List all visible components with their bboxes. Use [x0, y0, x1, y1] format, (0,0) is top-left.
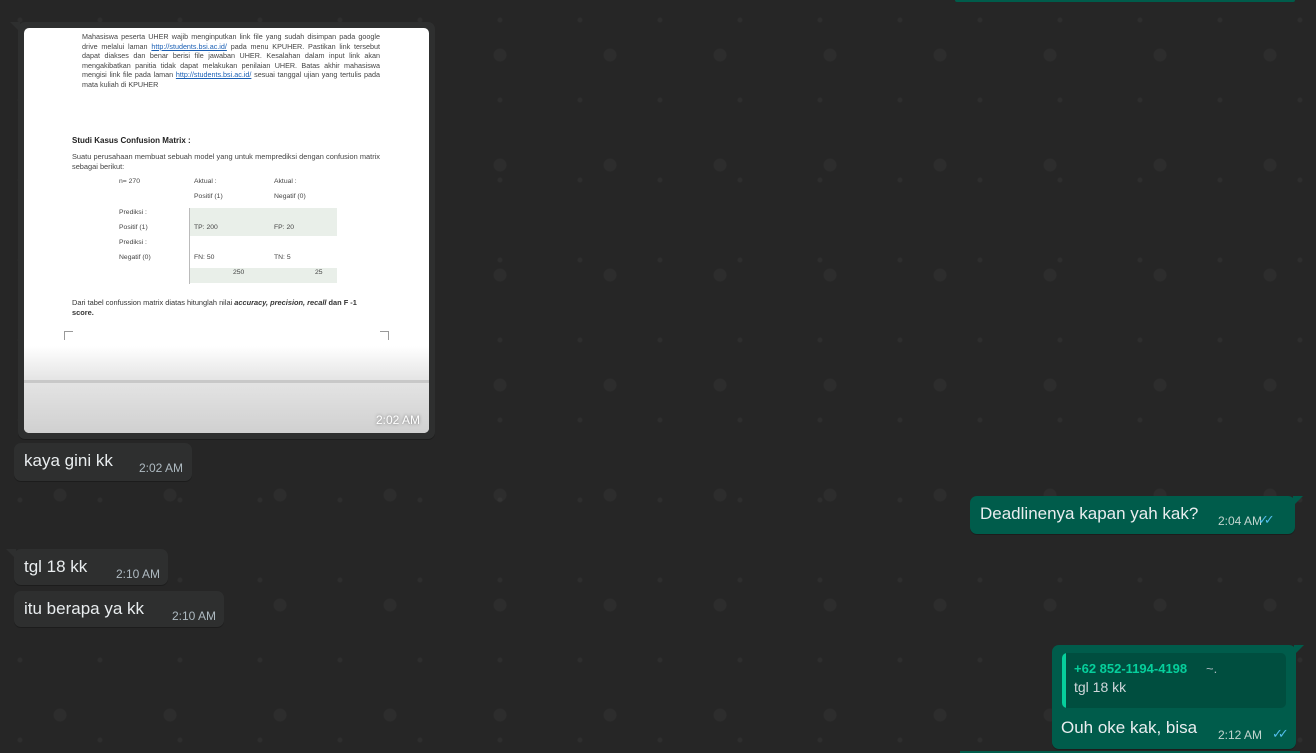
matrix-actual-2-val: Negatif (0) [274, 193, 306, 200]
matrix-actual-1: Aktual : [194, 178, 217, 185]
crop-corner-icon [380, 331, 389, 340]
matrix-actual-2: Aktual : [274, 178, 297, 185]
matrix-tn: TN: 5 [274, 254, 291, 261]
incoming-message[interactable]: itu berapa ya kk 2:10 AM [14, 591, 224, 627]
quote-author: +62 852-1194-4198 [1074, 661, 1188, 676]
matrix-pred-2-val: Negatif (0) [119, 254, 151, 261]
matrix-fp: FP: 20 [274, 224, 295, 231]
matrix-pred-1: Prediksi : [119, 209, 147, 216]
message-time: 2:04 AM [1218, 514, 1263, 528]
matrix-sum-2: 25 [315, 269, 323, 276]
message-text: kaya gini kk [24, 451, 113, 470]
previous-message-edge [955, 0, 1295, 2]
matrix-actual-1-val: Positif (1) [194, 193, 223, 200]
message-text: Ouh oke kak, bisa [1061, 718, 1198, 737]
quoted-message[interactable]: +62 852-1194-4198 ~. tgl 18 kk [1062, 653, 1286, 708]
image-fade [24, 346, 429, 433]
matrix-sum-1: 250 [233, 269, 245, 276]
document-paragraph: Mahasiswa peserta UHER wajib menginputka… [82, 32, 380, 90]
matrix-fn: FN: 50 [194, 254, 215, 261]
message-time: 2:02 AM [139, 461, 184, 475]
message-time: 2:12 AM [1218, 728, 1263, 742]
message-time: 2:02 AM [375, 413, 420, 427]
matrix-tp: TP: 200 [194, 224, 218, 231]
doc-link: http://students.bsi.ac.id/ [175, 70, 252, 80]
crop-corner-icon [64, 331, 73, 340]
matrix-pred-2: Prediksi : [119, 239, 147, 246]
doc-link: http://students.bsi.ac.id/ [151, 41, 227, 51]
outgoing-reply-message[interactable]: +62 852-1194-4198 ~. tgl 18 kk Ouh oke k… [1052, 645, 1304, 749]
read-ticks-icon: ✓✓ [1272, 726, 1289, 741]
image-fold-line [24, 380, 429, 383]
doc-emphasis: accuracy, precision, recall [234, 298, 327, 307]
doc-description: Suatu perusahaan membuat sebuah model ya… [72, 152, 380, 171]
incoming-message[interactable]: kaya gini kk 2:02 AM [14, 443, 192, 481]
matrix-pred-1-val: Positif (1) [119, 224, 148, 231]
matrix-n: n= 270 [119, 178, 140, 185]
read-ticks-icon: ✓✓ [1258, 512, 1275, 527]
message-text: itu berapa ya kk [24, 599, 145, 618]
message-time: 2:10 AM [172, 609, 217, 623]
bubble-tail [6, 549, 16, 559]
doc-question: Dari tabel confussion matrix diatas hitu… [72, 298, 380, 317]
quote-bar [1062, 653, 1066, 708]
message-time: 2:10 AM [116, 567, 161, 581]
quote-author-suffix: ~. [1206, 661, 1218, 676]
bubble-tail [1293, 496, 1303, 506]
document-image[interactable]: Mahasiswa peserta UHER wajib menginputka… [24, 28, 429, 433]
matrix-shade-row1 [190, 208, 337, 236]
bubble-tail [1294, 645, 1304, 655]
bubble-tail [10, 22, 20, 32]
quote-text: tgl 18 kk [1074, 679, 1127, 695]
incoming-message[interactable]: tgl 18 kk 2:10 AM [6, 549, 168, 585]
doc-text: Dari tabel confussion matrix diatas hitu… [72, 298, 235, 307]
chat-area[interactable]: Mahasiswa peserta UHER wajib menginputka… [0, 0, 1316, 753]
outgoing-message[interactable]: Deadlinenya kapan yah kak? 2:04 AM ✓✓ [970, 496, 1303, 534]
message-text: tgl 18 kk [24, 557, 88, 576]
message-text: Deadlinenya kapan yah kak? [980, 504, 1199, 523]
doc-heading: Studi Kasus Confusion Matrix : [72, 136, 191, 145]
matrix-divider [189, 208, 190, 284]
